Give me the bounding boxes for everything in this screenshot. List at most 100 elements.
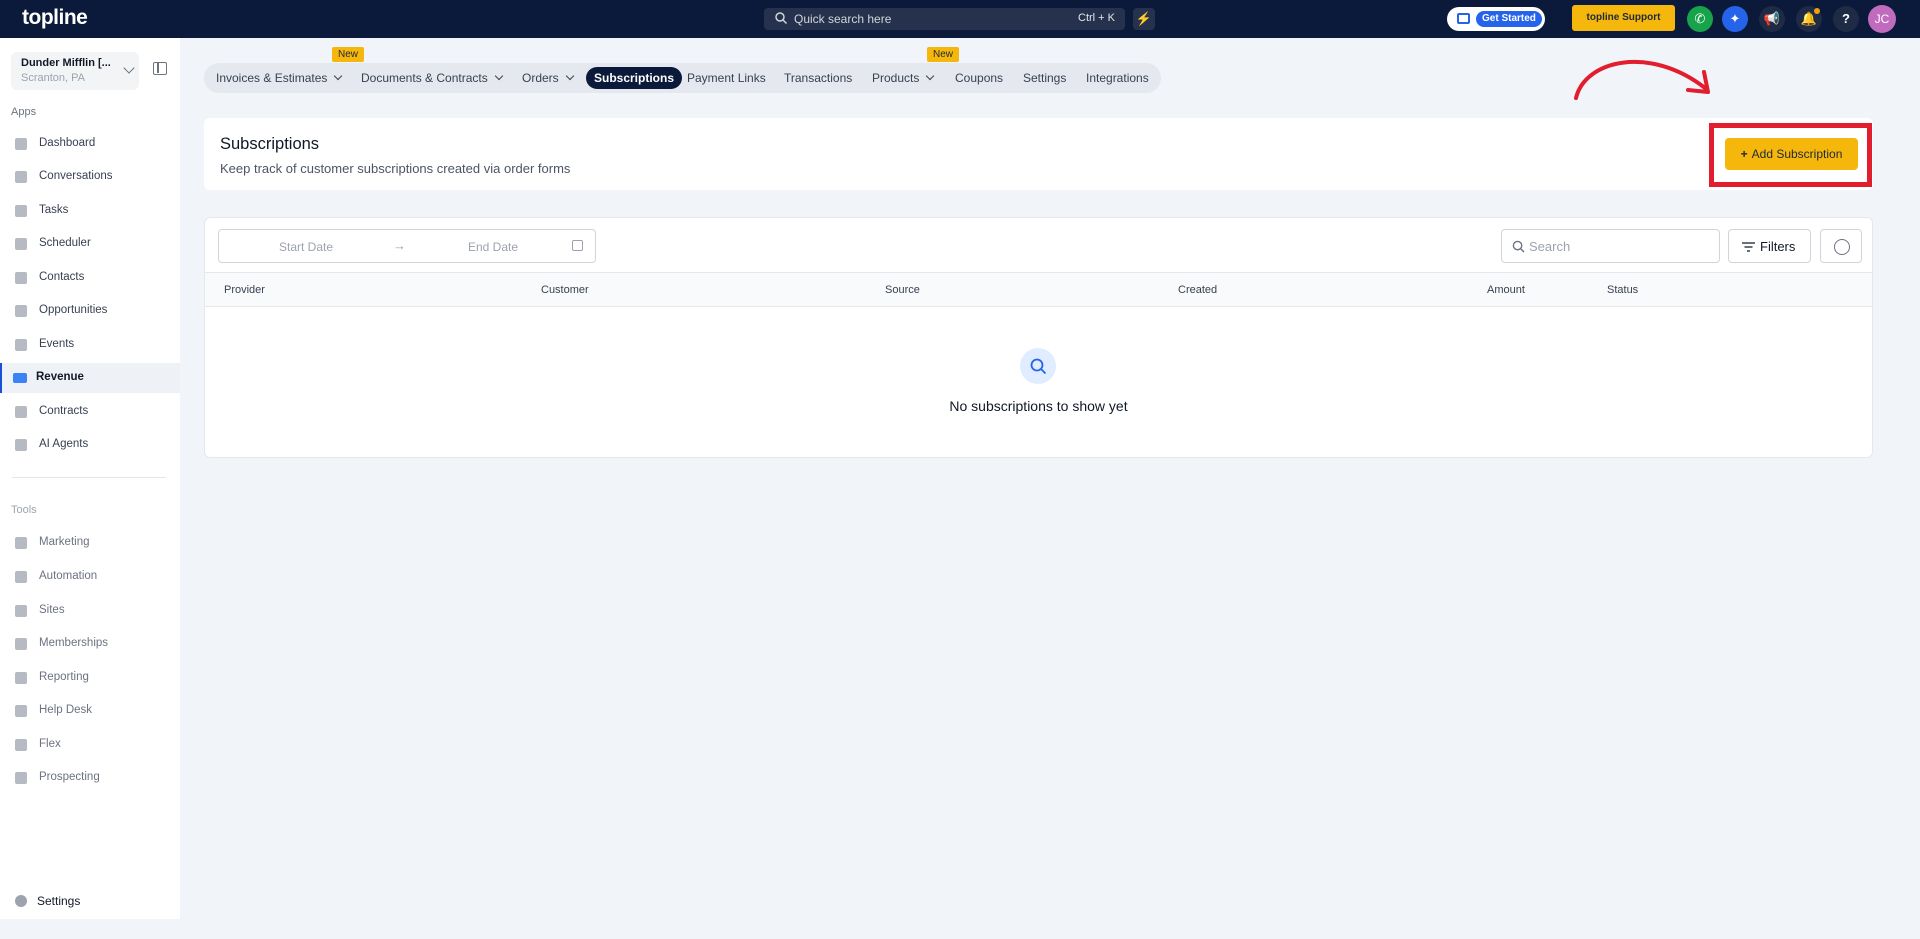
megaphone-icon[interactable]: 📢 <box>1759 6 1785 32</box>
support-button[interactable]: topline Support <box>1572 5 1675 31</box>
tab-products[interactable]: Products <box>872 67 935 89</box>
sidebar-divider <box>12 477 166 478</box>
column-header-customer[interactable]: Customer <box>541 284 589 296</box>
megaphone-icon <box>15 537 27 549</box>
quick-search-placeholder: Quick search here <box>794 12 892 26</box>
column-header-status[interactable]: Status <box>1607 284 1638 296</box>
chevron-down-icon <box>334 71 343 81</box>
sidebar-item-revenue[interactable]: Revenue <box>0 363 180 393</box>
sidebar-item-dashboard[interactable]: Dashboard <box>0 129 180 159</box>
app-logo[interactable]: topline <box>22 6 88 30</box>
phone-icon[interactable]: ✆ <box>1687 6 1713 32</box>
pie-chart-icon <box>15 672 27 684</box>
chevron-down-icon <box>565 71 574 81</box>
help-icon[interactable]: ? <box>1833 6 1859 32</box>
task-icon <box>15 205 27 217</box>
sidebar-item-label: Contacts <box>39 271 85 283</box>
sidebar-item-label: Events <box>39 338 75 350</box>
sidebar-item-opportunities[interactable]: Opportunities <box>0 296 180 326</box>
column-header-created[interactable]: Created <box>1178 284 1217 296</box>
tab-transactions[interactable]: Transactions <box>784 67 852 89</box>
tools-section-label: Tools <box>11 504 37 516</box>
column-header-provider[interactable]: Provider <box>224 284 265 296</box>
tab-label: Products <box>872 71 920 85</box>
sidebar-item-contracts[interactable]: Contracts <box>0 397 180 427</box>
sidebar: Dunder Mifflin [... Scranton, PA Apps Da… <box>0 38 180 919</box>
account-switcher[interactable]: Dunder Mifflin [... Scranton, PA <box>11 52 139 90</box>
sidebar-item-label: Reporting <box>39 671 89 683</box>
sidebar-item-contacts[interactable]: Contacts <box>0 263 180 293</box>
sidebar-item-label: Prospecting <box>39 771 100 783</box>
sidebar-collapse-icon[interactable] <box>153 62 167 75</box>
sidebar-item-label: Tasks <box>39 204 69 216</box>
sidebar-item-prospecting[interactable]: Prospecting <box>0 763 180 793</box>
sidebar-item-reporting[interactable]: Reporting <box>0 663 180 693</box>
download-icon <box>1834 239 1850 255</box>
sidebar-item-flex[interactable]: Flex <box>0 730 180 760</box>
sidebar-item-conversations[interactable]: Conversations <box>0 162 180 192</box>
tab-integrations[interactable]: Integrations <box>1086 67 1149 89</box>
tab-orders[interactable]: Orders <box>522 67 574 89</box>
sidebar-item-events[interactable]: Events <box>0 330 180 360</box>
sidebar-item-label: Dashboard <box>39 137 96 149</box>
sidebar-item-marketing[interactable]: Marketing <box>0 528 180 558</box>
quick-search-input[interactable]: Quick search here Ctrl + K <box>764 8 1125 30</box>
sparkle-icon[interactable]: ✦ <box>1722 6 1748 32</box>
sidebar-item-label: Opportunities <box>39 304 108 316</box>
top-bar: topline Quick search here Ctrl + K ⚡ Get… <box>0 0 1920 38</box>
filter-icon <box>1742 242 1755 252</box>
sidebar-item-label: Flex <box>39 738 61 750</box>
end-date-field[interactable]: End Date <box>468 240 518 254</box>
chevron-down-icon <box>926 71 935 81</box>
sidebar-item-sites[interactable]: Sites <box>0 596 180 626</box>
globe-icon <box>15 605 27 617</box>
person-icon <box>15 272 27 284</box>
tab-invoices-estimates[interactable]: Invoices & Estimates <box>216 67 343 89</box>
column-header-source[interactable]: Source <box>885 284 920 296</box>
start-date-field[interactable]: Start Date <box>279 240 333 254</box>
tab-settings[interactable]: Settings <box>1023 67 1066 89</box>
page-title: Subscriptions <box>220 135 320 153</box>
column-header-amount[interactable]: Amount <box>1487 284 1525 296</box>
sidebar-item-settings[interactable]: Settings <box>0 886 180 916</box>
get-started-button[interactable]: Get Started <box>1447 7 1545 31</box>
chat-icon <box>15 171 27 183</box>
subscriptions-table-card: Start Date → End Date Search Filters Pro… <box>204 217 1873 458</box>
sidebar-item-label: Automation <box>39 570 98 582</box>
members-icon <box>15 638 27 650</box>
avatar[interactable]: JC <box>1868 5 1896 33</box>
chevron-down-icon <box>494 71 503 81</box>
opportunities-icon <box>15 305 27 317</box>
annotation-arrow-icon <box>1574 59 1710 100</box>
date-range-picker[interactable]: Start Date → End Date <box>218 229 596 263</box>
tab-documents-contracts[interactable]: Documents & Contracts <box>361 67 503 89</box>
filters-label: Filters <box>1760 239 1796 254</box>
tab-subscriptions[interactable]: Subscriptions <box>586 67 683 89</box>
tab-payment-links[interactable]: Payment Links <box>687 67 766 89</box>
sidebar-item-label: Revenue <box>36 371 84 383</box>
apps-section-label: Apps <box>11 106 37 118</box>
tab-coupons[interactable]: Coupons <box>955 67 1003 89</box>
table-search-input[interactable]: Search <box>1501 229 1720 263</box>
new-badge: New <box>332 47 364 62</box>
download-button[interactable] <box>1820 229 1862 263</box>
sidebar-item-tasks[interactable]: Tasks <box>0 196 180 226</box>
sidebar-item-ai-agents[interactable]: AI Agents <box>0 430 180 460</box>
dashboard-icon <box>15 138 27 150</box>
calendar-icon <box>572 240 583 251</box>
sidebar-item-memberships[interactable]: Memberships <box>0 629 180 659</box>
lightning-icon[interactable]: ⚡ <box>1133 8 1155 30</box>
revenue-tabs: Invoices & Estimates Documents & Contrac… <box>204 63 1161 93</box>
sidebar-item-help-desk[interactable]: Help Desk <box>0 696 180 726</box>
card-icon <box>1457 13 1470 24</box>
sidebar-item-label: Help Desk <box>39 704 93 716</box>
credit-card-icon <box>13 373 27 383</box>
calendar-icon <box>15 238 27 250</box>
sidebar-item-label: Marketing <box>39 536 90 548</box>
annotation-highlight-box <box>1709 123 1872 187</box>
sidebar-item-automation[interactable]: Automation <box>0 562 180 592</box>
sidebar-item-scheduler[interactable]: Scheduler <box>0 229 180 259</box>
events-icon <box>15 339 27 351</box>
arrow-right-icon: → <box>393 238 406 253</box>
filters-button[interactable]: Filters <box>1728 229 1811 263</box>
